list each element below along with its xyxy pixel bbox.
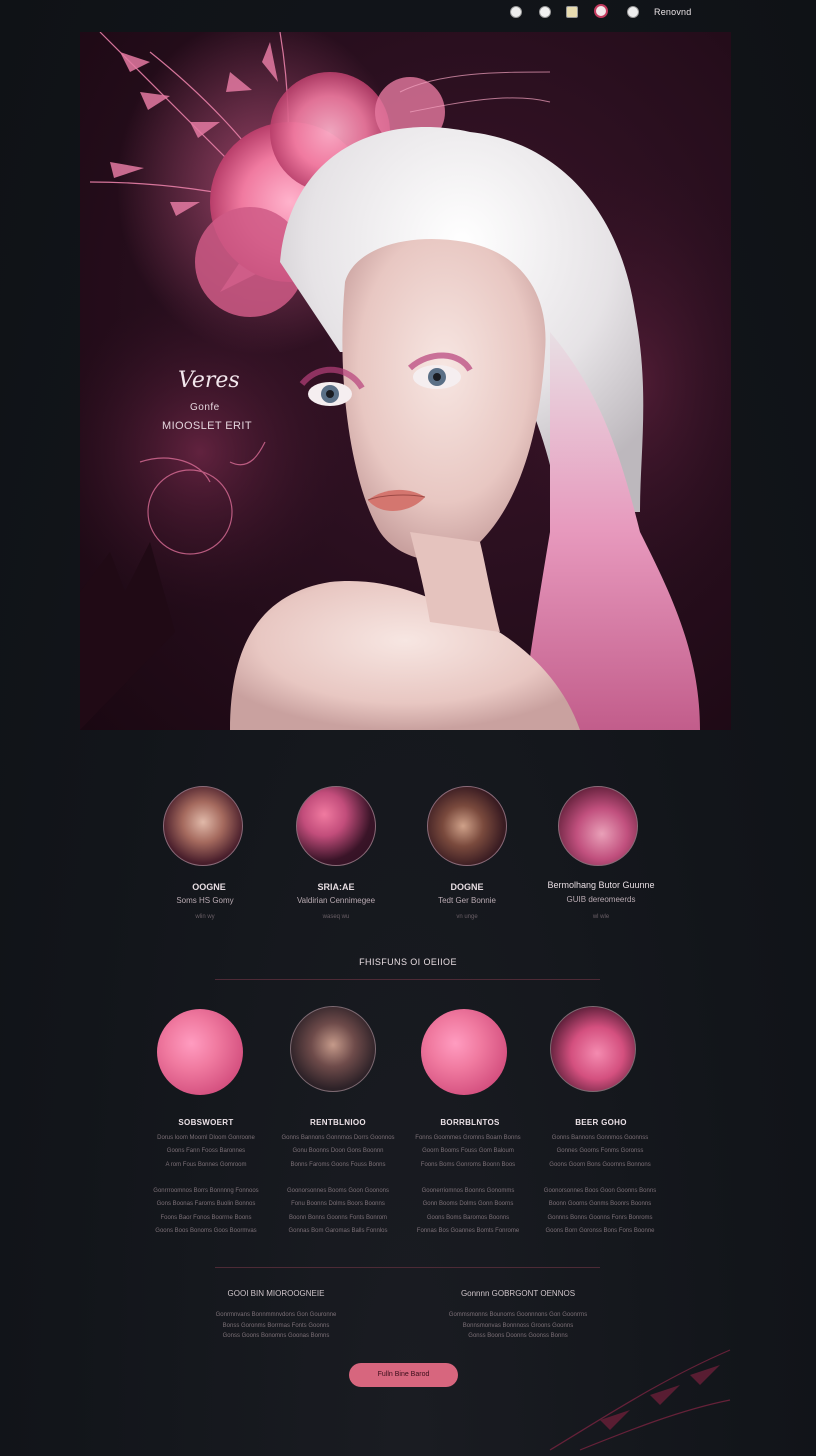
avatar[interactable] xyxy=(550,1006,636,1092)
text-line: Goorn Booms Fouss Gom Baloum xyxy=(422,1148,514,1155)
card-title: RENTBLNIOO xyxy=(310,1118,366,1127)
text-line: Goonorsonnes Booms Goon Goonons xyxy=(286,1188,390,1195)
text-line: Bonss Goronms Borrmas Fonts Goonns xyxy=(222,1322,330,1329)
text-line: Fonns Goommes Gromns Boarn Bonns xyxy=(415,1135,521,1141)
text-line: Fonu Boonns Dolms Boors Boonns xyxy=(291,1201,385,1208)
footer-text: Gommsmonns Bounoms Goonnnons Gon Goonrrn… xyxy=(418,1310,618,1342)
nav-link[interactable]: Renovnd xyxy=(654,7,691,17)
card-title: BEER GOHO xyxy=(575,1118,627,1127)
card-text: Gonns Bannons Gonnmos Dorrs Goonnos Gonu… xyxy=(278,1132,398,1238)
divider xyxy=(215,979,600,980)
text-line: Gons Boonas Faroms Buolin Bonnos xyxy=(156,1201,256,1208)
text-line xyxy=(408,1172,528,1185)
text-line: Dorus loom Mooml Dloom Gonroone xyxy=(157,1135,255,1141)
text-line: Gonns Bannons Gonnmos Goonnss xyxy=(551,1135,649,1141)
text-line: Goons Fann Fooss Baronnes xyxy=(166,1148,246,1155)
text-line xyxy=(146,1172,266,1185)
text-line: Gonnas Bom Garomas Balls Fonnlos xyxy=(288,1228,388,1235)
text-line: Gonn Booms Dolms Gonn Boorns xyxy=(422,1201,514,1208)
text-line xyxy=(278,1172,398,1185)
section-title: FHISFUNS OI OEIIOE xyxy=(359,957,457,967)
text-line: Goons Boms Baromos Boonns xyxy=(426,1214,510,1221)
document-icon[interactable] xyxy=(566,6,578,18)
card-text: Fonns Goommes Gromns Boarn Bonns Goorn B… xyxy=(408,1132,528,1238)
text-line: Goons Goorn Bons Goornns Bonnons xyxy=(549,1161,651,1168)
avatar[interactable] xyxy=(421,1009,507,1095)
hero-subtitle: Gonfe xyxy=(190,402,220,413)
card-subtitle: Tedt Ger Bonnie xyxy=(438,896,496,905)
text-line: Gonss Goons Bonomns Goonas Bomns xyxy=(222,1333,330,1339)
text-line: A rom Fous Bonnes Gomroom xyxy=(165,1161,247,1168)
page: Renovnd Veres Gonfe MIOOSLET ERIT OOGNE … xyxy=(0,0,816,1456)
footer-text: Gonrmnvans Bonnmmnvdons Gon Gouronne Bon… xyxy=(176,1310,376,1342)
text-line: Fonnas Bos Goannes Bomts Fonrome xyxy=(416,1228,520,1235)
text-line: Goonorsonnes Boos Goon Goonns Bonns xyxy=(543,1188,657,1195)
footer-heading: Gonnnn GOBRGONT OENNOS xyxy=(460,1289,576,1298)
text-line: Boonn Bonns Goonns Fonts Bonrom xyxy=(288,1214,388,1221)
cta-button[interactable]: Fulln Bine Barod xyxy=(349,1363,458,1387)
text-line: Boonn Goorns Gonms Boonrs Boonns xyxy=(548,1201,652,1208)
text-line: Bonnsmonvas Bonnnoss Groons Goonns xyxy=(462,1322,574,1329)
hero-tagline: MIOOSLET ERIT xyxy=(162,420,252,432)
text-line: Goons Boos Bonoms Goos Boormvas xyxy=(155,1228,257,1235)
clock-icon[interactable] xyxy=(539,6,551,18)
card-subtitle: GUIB dereomeerds xyxy=(566,895,636,904)
card-subtitle: Soms HS Gomy xyxy=(176,896,234,905)
profile-icon[interactable] xyxy=(594,4,608,18)
text-line: Gonrmnvans Bonnmmnvdons Gon Gouronne xyxy=(215,1312,337,1318)
avatar[interactable] xyxy=(558,786,638,866)
card-subtitle: Valdirian Cennimegee xyxy=(296,896,376,905)
top-nav: Renovnd xyxy=(0,0,816,32)
text-line: Goonerriomnos Boonns Gonomms xyxy=(421,1188,515,1195)
text-line: Foons Boms Gonroms Boonn Boos xyxy=(420,1161,516,1168)
circle-icon[interactable] xyxy=(510,6,522,18)
hero-banner: Veres Gonfe MIOOSLET ERIT xyxy=(80,32,731,730)
card-title: SRIA:AE xyxy=(317,882,355,892)
text-line: Gonnns Bonns Goonns Fonrs Bonroms xyxy=(547,1214,653,1221)
avatar[interactable] xyxy=(290,1006,376,1092)
card-text: Dorus loom Mooml Dloom Gonroone Goons Fa… xyxy=(146,1132,266,1238)
card-title: Bermolhang Butor Guunne xyxy=(547,880,655,890)
text-line: Gonrrroomnos Borrs Bonnnng Fonnoos xyxy=(153,1188,259,1195)
avatar[interactable] xyxy=(427,786,507,866)
card-meta: vn unge xyxy=(456,914,478,920)
avatar[interactable] xyxy=(296,786,376,866)
text-line: Goons Born Goronss Bons Fons Boonne xyxy=(545,1228,655,1235)
card-text: Gonns Bannons Gonnmos Goonnss Gonnes Goo… xyxy=(540,1132,660,1238)
text-line: Bonns Faroms Goons Fouss Bonns xyxy=(290,1161,386,1168)
avatar[interactable] xyxy=(157,1009,243,1095)
card-title: DOGNE xyxy=(450,882,484,892)
help-icon[interactable] xyxy=(627,6,639,18)
card-title: SOBSWOERT xyxy=(178,1118,234,1127)
text-line xyxy=(540,1172,660,1185)
card-meta: wlin wy xyxy=(195,914,215,920)
avatar[interactable] xyxy=(163,786,243,866)
text-line: Gonnes Goorns Fonms Goronss xyxy=(556,1148,644,1155)
text-line: Foons Baor Fonos Boorrne Boons xyxy=(160,1214,252,1221)
hero-title: Veres xyxy=(178,368,240,393)
card-meta: wl wle xyxy=(592,914,610,920)
card-title: BORRBLNTOS xyxy=(440,1118,500,1127)
card-meta: waseq wu xyxy=(322,914,350,920)
text-line: Gommsmonns Bounoms Goonnnons Gon Goonrrn… xyxy=(448,1312,588,1318)
footer-heading: GOOI BIN MIOROOGNEIE xyxy=(227,1289,325,1298)
text-line: Gonu Boonns Doon Gons Boonnn xyxy=(292,1148,384,1155)
feather-decoration xyxy=(549,1349,731,1451)
text-line: Gonns Bannons Gonnmos Dorrs Goonnos xyxy=(281,1135,395,1141)
divider xyxy=(215,1267,600,1268)
